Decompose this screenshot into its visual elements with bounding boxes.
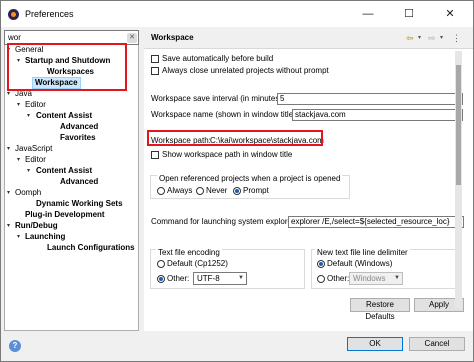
text-encoding-label: Text file encoding [156,248,222,258]
chevron-down-icon: ▼ [238,275,244,281]
open-never-label: Never [206,186,228,195]
collapse-icon[interactable]: ▾ [27,111,35,121]
delimiter-select[interactable]: Windows ▼ [349,272,403,285]
save-before-build-checkbox[interactable] [151,55,159,63]
line-delimiter-label: New text file line delimiter [315,248,410,258]
tree-item-favorites[interactable]: Favorites [60,133,96,143]
cancel-button[interactable]: Cancel [409,337,465,351]
ok-button[interactable]: OK [347,337,403,351]
save-interval-input[interactable]: 5 [277,93,463,105]
tree-item-launching[interactable]: Launching [25,232,65,242]
show-path-label: Show workspace path in window title [162,150,293,159]
collapse-icon[interactable]: ▾ [7,144,15,154]
help-icon[interactable]: ? [9,340,21,352]
back-menu-icon[interactable]: ▾ [418,31,421,45]
tree-item-java-editor[interactable]: Editor [25,100,46,110]
tree-item-oomph[interactable]: Oomph [15,188,41,198]
show-path-checkbox[interactable] [151,151,159,159]
close-unrelated-checkbox[interactable] [151,67,159,75]
workspace-path-highlight-box [147,130,323,146]
tree-item-launch-configurations[interactable]: Launch Configurations [47,243,135,253]
restore-defaults-button[interactable]: Restore Defaults [350,298,410,321]
encoding-select-value: UTF-8 [197,274,220,283]
tree-highlight-box [7,43,127,91]
back-icon[interactable]: ⇦ [406,31,414,45]
dialog-footer: ? OK Cancel [1,331,473,361]
tree-item-java-content-assist[interactable]: Content Assist [36,111,92,121]
eclipse-icon [8,9,19,20]
view-menu-icon[interactable]: ⋮ [452,31,461,45]
encoding-default-radio[interactable] [157,260,165,268]
workspace-name-label: Workspace name (shown in window title): [151,110,299,119]
forward-icon[interactable]: ⇨ [428,31,436,45]
open-prompt-label: Prompt [243,186,269,195]
collapse-icon[interactable]: ▾ [17,100,25,110]
forward-menu-icon[interactable]: ▾ [440,31,443,45]
launch-command-input[interactable]: explorer /E,/select=${selected_resource_… [288,216,464,228]
tree-item-dynamic-working-sets[interactable]: Dynamic Working Sets [36,199,123,209]
open-always-label: Always [167,186,193,195]
collapse-icon[interactable]: ▾ [27,166,35,176]
tree-item-js-advanced[interactable]: Advanced [60,177,98,187]
tree-item-js-editor[interactable]: Editor [25,155,46,165]
close-unrelated-label: Always close unrelated projects without … [162,66,329,75]
launch-command-label: Command for launching system explorer: [151,217,297,226]
scrollbar-thumb[interactable] [456,65,461,185]
open-never-radio[interactable] [196,187,204,195]
maximize-button[interactable]: ☐ [394,5,424,23]
close-button[interactable]: ✕ [435,5,465,23]
page-header: Workspace ⇦ ▾ ⇨ ▾ ⋮ [144,27,473,49]
title-bar: Preferences — ☐ ✕ [1,1,473,27]
delim-other-radio[interactable] [317,275,325,283]
encoding-other-radio[interactable] [157,275,165,283]
save-before-build-label: Save automatically before build [162,54,274,63]
delim-other-label: Other: [327,274,350,283]
tree-item-js-content-assist[interactable]: Content Assist [36,166,92,176]
delim-default-label: Default (Windows) [327,259,393,268]
collapse-icon[interactable]: ▾ [7,221,15,231]
workspace-page: Workspace ⇦ ▾ ⇨ ▾ ⋮ Save automatically b… [144,27,473,331]
save-interval-label: Workspace save interval (in minutes): [151,94,285,103]
collapse-icon[interactable]: ▾ [7,188,15,198]
encoding-select[interactable]: UTF-8 ▼ [193,272,247,285]
page-title: Workspace [151,33,194,42]
tree-item-javascript[interactable]: JavaScript [15,144,52,154]
vertical-scrollbar[interactable] [455,51,462,309]
delim-default-radio[interactable] [317,260,325,268]
open-referenced-group-label: Open referenced projects when a project … [157,174,343,184]
tree-item-java-advanced[interactable]: Advanced [60,122,98,132]
collapse-icon[interactable]: ▾ [17,232,25,242]
delimiter-select-value: Windows [353,274,386,283]
preferences-window: Preferences — ☐ ✕ wor ✕ ▾ General ▾ Star… [0,0,474,362]
open-prompt-radio[interactable] [233,187,241,195]
minimize-button[interactable]: — [353,5,383,23]
tree-item-run-debug[interactable]: Run/Debug [15,221,58,231]
chevron-down-icon: ▼ [394,275,400,281]
open-always-radio[interactable] [157,187,165,195]
tree-item-plugin-development[interactable]: Plug-in Development [25,210,105,220]
encoding-default-label: Default (Cp1252) [167,259,228,268]
window-title: Preferences [25,9,74,19]
workspace-name-input[interactable]: stackjava.com [292,109,463,121]
collapse-icon[interactable]: ▾ [17,155,25,165]
encoding-other-label: Other: [167,274,190,283]
clear-filter-icon[interactable]: ✕ [127,33,137,43]
